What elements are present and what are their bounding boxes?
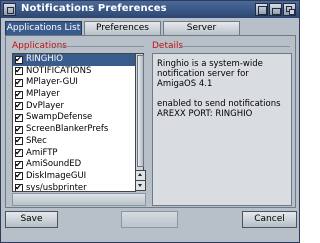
list-item-label: DiskImageGUI xyxy=(26,170,87,181)
list-item[interactable]: AmiFTP xyxy=(13,147,135,160)
checkbox[interactable] xyxy=(15,65,23,77)
list-item-label: sys/usbprinter xyxy=(26,182,87,192)
list-item-label: AmiSoundED xyxy=(26,159,82,170)
tab-preferences[interactable]: Preferences xyxy=(84,21,161,35)
tab-applications-list[interactable]: Applications List xyxy=(5,21,82,36)
checkbox[interactable] xyxy=(15,182,23,191)
list-item[interactable]: MPlayer xyxy=(13,89,135,101)
details-group-label: Details xyxy=(152,41,184,51)
depth-icon[interactable] xyxy=(283,3,296,16)
list-item[interactable]: SwampDefense xyxy=(13,112,135,124)
list-item[interactable]: DvPlayer xyxy=(13,100,135,113)
details-panel: Ringhio is a system-wide notification se… xyxy=(152,53,292,206)
list-item-label: AmiFTP xyxy=(26,147,58,158)
list-item[interactable]: SRec xyxy=(13,135,135,148)
tab-content: Applications Details RINGHIO NOTIFICATIO… xyxy=(5,35,296,208)
window-title: Notifications Preferences xyxy=(21,3,167,14)
divider xyxy=(54,46,144,47)
checkbox[interactable] xyxy=(15,135,23,147)
tab-server[interactable]: Server xyxy=(163,21,240,35)
zoom-icon[interactable] xyxy=(269,3,282,16)
checkbox[interactable] xyxy=(15,170,23,182)
title-bar[interactable]: Notifications Preferences xyxy=(1,1,299,18)
list-item-label: DvPlayer xyxy=(26,100,65,111)
details-text: Ringhio is a system-wide notification se… xyxy=(157,59,281,119)
checkbox[interactable] xyxy=(15,77,23,89)
close-icon[interactable] xyxy=(3,3,16,16)
list-item-label: ScreenBlankerPrefs xyxy=(26,124,109,135)
divider xyxy=(180,46,290,47)
checkbox[interactable] xyxy=(15,112,23,124)
list-item[interactable]: ScreenBlankerPrefs xyxy=(13,124,135,136)
tab-bar: Applications List Preferences Server xyxy=(5,21,295,36)
preferences-window: Notifications Preferences Applications L… xyxy=(0,0,300,243)
list-scrollbar[interactable] xyxy=(135,53,146,191)
checkbox[interactable] xyxy=(15,147,23,159)
iconify-icon[interactable] xyxy=(255,3,268,16)
list-item-label: MPlayer xyxy=(26,89,60,100)
list-item[interactable]: DiskImageGUI xyxy=(13,170,135,183)
scroll-down-arrow-icon[interactable] xyxy=(135,180,146,191)
checkbox[interactable] xyxy=(15,124,23,135)
list-item[interactable]: NOTIFICATIONS xyxy=(13,65,135,78)
checkbox[interactable] xyxy=(15,100,23,112)
list-item[interactable]: MPlayer-GUI xyxy=(13,77,135,89)
checkbox[interactable] xyxy=(15,159,23,170)
list-item-label: NOTIFICATIONS xyxy=(26,65,92,76)
cancel-button[interactable]: Cancel xyxy=(242,211,297,228)
list-action-button xyxy=(12,193,146,206)
save-button[interactable]: Save xyxy=(5,211,58,228)
list-item-label: MPlayer-GUI xyxy=(26,77,78,88)
scrollbar-thumb[interactable] xyxy=(137,55,144,167)
list-item-label: SRec xyxy=(26,135,47,146)
list-item[interactable]: AmiSoundED xyxy=(13,159,135,171)
applications-list[interactable]: RINGHIO NOTIFICATIONS MPlayer-GUI MPlaye… xyxy=(12,53,136,192)
checkbox[interactable] xyxy=(15,89,23,100)
list-item-label: SwampDefense xyxy=(26,112,93,123)
list-item[interactable]: sys/usbprinter xyxy=(13,182,135,192)
list-item[interactable]: RINGHIO xyxy=(13,54,135,66)
use-button xyxy=(121,211,178,228)
checkbox[interactable] xyxy=(15,54,23,65)
list-item-label: RINGHIO xyxy=(26,54,63,64)
